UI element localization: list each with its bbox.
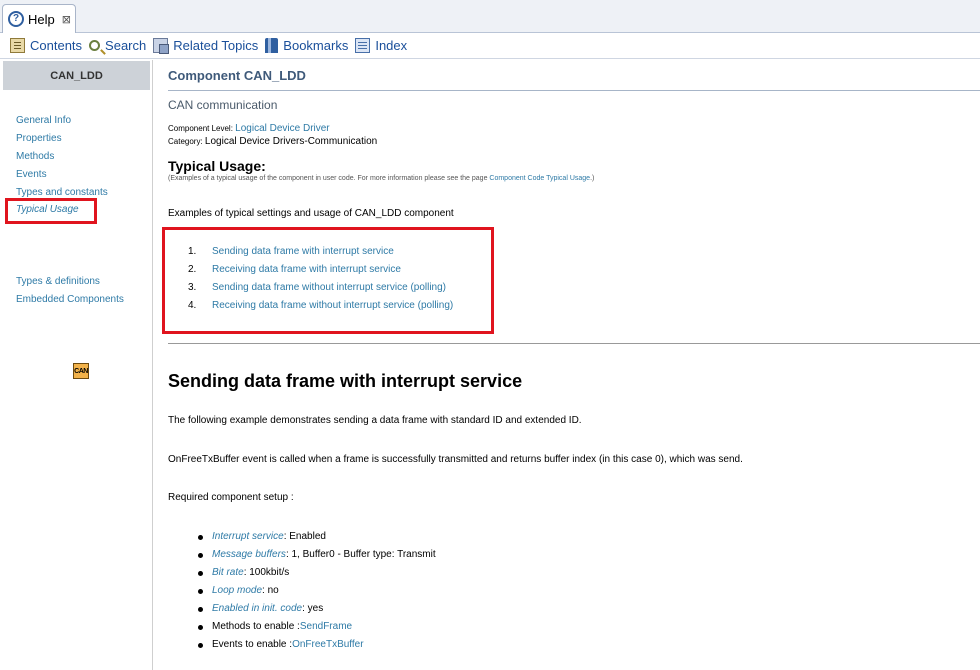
- related-topics-label: Related Topics: [173, 38, 259, 53]
- bookmarks-button[interactable]: Bookmarks: [265, 38, 348, 53]
- search-label: Search: [105, 38, 147, 53]
- nav-link-embedded-components[interactable]: Embedded Components: [16, 294, 124, 305]
- related-topics-button[interactable]: Related Topics: [153, 38, 259, 54]
- setup-item: Interrupt service : Enabled: [212, 531, 326, 542]
- setup-item-value: : 100kbit/s: [243, 567, 290, 578]
- help-toolbar: Contents Search Related Topics Bookmarks…: [0, 33, 980, 59]
- component-level-link[interactable]: Logical Device Driver: [235, 123, 329, 134]
- onfreetxbuffer-link[interactable]: OnFreeTxBuffer: [292, 639, 364, 650]
- setup-item-value: : yes: [302, 603, 324, 614]
- view-tab-bar: ? Help ⊠: [0, 0, 980, 33]
- bullet-dot: [198, 625, 203, 630]
- title-divider: [168, 90, 980, 91]
- nav-link-properties[interactable]: Properties: [16, 133, 62, 144]
- search-button[interactable]: Search: [89, 38, 146, 53]
- setup-item-value: : 1, Buffer0 - Buffer type: Transmit: [285, 549, 436, 560]
- events-item: Events to enable : OnFreeTxBuffer: [212, 639, 364, 650]
- component-level-line: Component Level: Logical Device Driver: [168, 123, 330, 134]
- methods-item: Methods to enable : SendFrame: [212, 621, 352, 632]
- setup-item: Enabled in init. code : yes: [212, 603, 323, 614]
- paragraph-1: The following example demonstrates sendi…: [168, 415, 582, 426]
- category-value: Logical Device Drivers-Communication: [204, 136, 378, 147]
- category-line: Category: Logical Device Drivers-Communi…: [168, 136, 377, 147]
- typical-usage-note: (Examples of a typical usage of the comp…: [168, 175, 594, 182]
- typical-usage-heading: Typical Usage:: [168, 158, 266, 174]
- nav-link-methods[interactable]: Methods: [16, 151, 54, 162]
- methods-label: Methods to enable :: [212, 621, 300, 632]
- category-label: Category:: [168, 137, 205, 146]
- can-logo-icon: CAN: [73, 363, 89, 379]
- setup-item-label[interactable]: Message buffers: [212, 549, 286, 560]
- bookmarks-label: Bookmarks: [283, 38, 349, 53]
- nav-link-types-definitions[interactable]: Types & definitions: [16, 276, 100, 287]
- help-tab[interactable]: ? Help ⊠: [2, 4, 76, 33]
- nav-link-events[interactable]: Events: [16, 169, 47, 180]
- component-title: Component CAN_LDD: [168, 68, 306, 83]
- setup-item-value: : no: [262, 585, 279, 596]
- contents-label: Contents: [30, 38, 83, 53]
- nav-link-types-and-constants[interactable]: Types and constants: [16, 187, 108, 198]
- contents-button[interactable]: Contents: [10, 38, 82, 53]
- index-button[interactable]: Index: [355, 38, 407, 53]
- bookmarks-icon: [265, 38, 279, 53]
- nav-link-general-info[interactable]: General Info: [16, 115, 71, 126]
- examples-intro: Examples of typical settings and usage o…: [168, 208, 454, 219]
- index-icon: [355, 38, 371, 53]
- setup-item: Loop mode : no: [212, 585, 279, 596]
- typical-usage-highlight-box: [5, 198, 97, 224]
- setup-item-label[interactable]: Enabled in init. code: [212, 603, 302, 614]
- sendframe-link[interactable]: SendFrame: [300, 621, 352, 632]
- setup-item-label[interactable]: Interrupt service: [212, 531, 284, 542]
- close-icon[interactable]: ⊠: [62, 13, 71, 26]
- bullet-dot: [198, 607, 203, 612]
- setup-item-label[interactable]: Bit rate: [212, 567, 244, 578]
- bullet-dot: [198, 643, 203, 648]
- help-content: Component CAN_LDD CAN communication Comp…: [154, 60, 980, 670]
- component-level-label: Component Level:: [168, 124, 236, 133]
- index-label: Index: [375, 38, 408, 53]
- related-topics-icon: [153, 38, 170, 54]
- events-label: Events to enable :: [212, 639, 293, 650]
- setup-item-label[interactable]: Loop mode: [212, 585, 262, 596]
- nav-header: CAN_LDD: [3, 61, 150, 90]
- help-icon: ?: [8, 11, 24, 27]
- note-text: (Examples of a typical usage of the comp…: [168, 175, 490, 182]
- section-heading: Sending data frame with interrupt servic…: [168, 371, 523, 391]
- examples-highlight-box: [162, 227, 494, 334]
- bullet-dot: [198, 553, 203, 558]
- bullet-dot: [198, 589, 203, 594]
- search-icon: [89, 40, 101, 51]
- setup-item: Message buffers : 1, Buffer0 - Buffer ty…: [212, 549, 436, 560]
- help-tab-label: Help: [28, 11, 55, 27]
- section-divider: [168, 343, 980, 344]
- contents-icon: [10, 38, 25, 53]
- bullet-dot: [198, 571, 203, 576]
- setup-item-value: : Enabled: [283, 531, 326, 542]
- paragraph-3: Required component setup :: [168, 492, 294, 503]
- paragraph-2: OnFreeTxBuffer event is called when a fr…: [168, 454, 743, 465]
- note-end: .): [590, 175, 595, 182]
- component-code-typical-usage-link[interactable]: Component Code Typical Usage: [489, 175, 590, 182]
- setup-item: Bit rate : 100kbit/s: [212, 567, 289, 578]
- bullet-dot: [198, 535, 203, 540]
- component-subtitle: CAN communication: [168, 98, 278, 112]
- component-nav-panel: CAN_LDD General Info Properties Methods …: [0, 60, 153, 670]
